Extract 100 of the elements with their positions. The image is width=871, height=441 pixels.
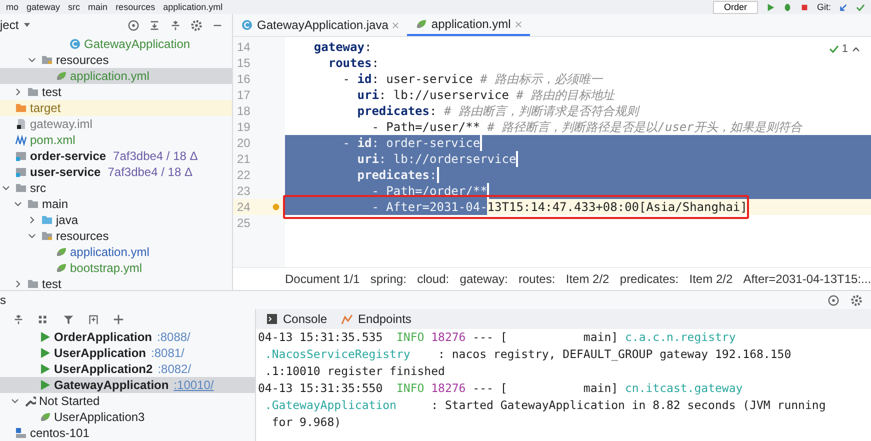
breadcrumb-item[interactable]: resources [116, 1, 156, 13]
breadcrumb-item[interactable]: application.yml [163, 1, 223, 13]
vcs-revision: 7af3dbe4 / 18 Δ [108, 165, 192, 179]
module-icon [15, 150, 27, 162]
code-comment: # 路由的目标地址 [516, 87, 615, 103]
expanded-chevron-icon[interactable] [2, 184, 10, 192]
tree-item[interactable]: bootstrap.yml [0, 260, 232, 276]
tree-item[interactable]: user-service 7af3dbe4 / 18 Δ [0, 164, 232, 180]
tree-item[interactable]: gateway.iml [0, 116, 232, 132]
breadcrumb-item[interactable]: Document 1/1 [285, 272, 360, 286]
service-item[interactable]: OrderApplication :8088/ [0, 329, 255, 345]
tree-item[interactable]: test [0, 276, 232, 290]
service-item[interactable]: UserApplication3 [0, 409, 255, 425]
terminal-icon [266, 313, 278, 325]
locate-icon[interactable] [827, 294, 840, 306]
breadcrumb-item[interactable]: spring: [370, 272, 406, 286]
log-line: for 9.968) [270, 414, 342, 431]
tree-item[interactable]: src [0, 180, 232, 196]
service-item[interactable]: GatewayApplication :10010/ [0, 377, 255, 393]
service-item[interactable]: centos-101 [0, 425, 255, 441]
tree-item[interactable]: resources [0, 228, 232, 244]
tab-label: Endpoints [358, 312, 412, 326]
code-key: id [357, 71, 372, 87]
breadcrumb-item[interactable]: mo [6, 1, 19, 13]
editor-tab[interactable]: GatewayApplication.java [233, 14, 408, 36]
tree-item[interactable]: GatewayApplication [0, 36, 232, 52]
service-item[interactable]: UserApplication :8081/ [0, 345, 255, 361]
check-icon[interactable] [828, 44, 839, 54]
code-text: : order-service [372, 135, 480, 151]
collapsed-chevron-icon[interactable] [14, 280, 22, 288]
code-text: - After=2031-04- [285, 199, 488, 215]
code-editor[interactable] [233, 37, 871, 267]
run-configuration-dropdown[interactable]: Order [712, 0, 758, 14]
tree-item[interactable]: order-service 7af3dbe4 / 18 Δ [0, 148, 232, 164]
tree-item[interactable]: application.yml [0, 244, 232, 260]
expanded-chevron-icon[interactable] [14, 200, 22, 208]
tree-item[interactable]: main [0, 196, 232, 212]
breadcrumb-item[interactable]: gateway: [460, 272, 508, 286]
line-number: 16 [236, 71, 252, 87]
dropdown-caret-icon[interactable] [22, 21, 31, 29]
tree-item-label: GatewayApplication [84, 37, 190, 51]
folder-icon [27, 198, 39, 210]
breadcrumb-item[interactable]: main [88, 1, 108, 13]
code-key: uri [285, 87, 379, 103]
collapsed-chevron-icon[interactable] [14, 88, 22, 96]
folder-icon [41, 214, 53, 226]
expand-all-icon[interactable] [148, 18, 161, 32]
breadcrumb-item[interactable]: src [68, 1, 80, 13]
port-link[interactable]: :8088/ [157, 330, 190, 344]
breadcrumb-item[interactable]: routes: [518, 272, 556, 286]
add-icon[interactable] [112, 312, 125, 326]
update-icon[interactable] [839, 2, 848, 12]
console-tab[interactable]: Console [266, 312, 328, 326]
close-icon[interactable] [514, 20, 522, 28]
console-tab[interactable]: Endpoints [341, 312, 412, 326]
expanded-chevron-icon[interactable] [28, 232, 36, 240]
service-name: GatewayApplication [54, 378, 169, 392]
tree-item[interactable]: target [0, 100, 232, 116]
breadcrumb-item[interactable]: Item 2/2 [566, 272, 610, 286]
folder-icon [27, 86, 39, 98]
collapse-all-icon[interactable] [12, 312, 25, 326]
port-link[interactable]: :8082/ [158, 362, 192, 376]
leaf-icon [55, 70, 67, 82]
service-item[interactable]: UserApplication2 :8082/ [0, 361, 255, 377]
settings-icon[interactable] [850, 294, 863, 306]
collapsed-chevron-icon[interactable] [28, 216, 36, 224]
tree-item[interactable]: pom.xml [0, 132, 232, 148]
tree-item[interactable]: resources [0, 52, 232, 68]
problem-count[interactable]: 1 [842, 43, 848, 55]
tree-item-label: application.yml [70, 245, 150, 259]
tab-label: application.yml [431, 17, 511, 31]
code-key: uri [285, 151, 379, 167]
tree-item[interactable]: test [0, 84, 232, 100]
breadcrumb-item[interactable]: After=2031-04-13T15:... [743, 272, 871, 286]
run-icon[interactable] [766, 2, 775, 12]
line-number: 15 [236, 55, 252, 71]
code-comment: # 路由断言，判断请求是否符合规则 [444, 103, 638, 119]
service-name: UserApplication2 [54, 362, 153, 376]
panel-title[interactable]: ject [0, 18, 19, 32]
code-text: : user-service [372, 71, 474, 87]
tree-item-label: resources [56, 229, 109, 243]
breadcrumb-item[interactable]: gateway [26, 1, 60, 13]
close-icon[interactable] [392, 22, 400, 28]
breadcrumb-item[interactable]: Item 2/2 [689, 272, 733, 286]
check-icon[interactable] [856, 2, 865, 12]
expanded-chevron-icon[interactable] [11, 397, 19, 405]
port-link[interactable]: :8081/ [151, 346, 184, 360]
code-key: id [357, 135, 372, 151]
folder-icon [41, 230, 53, 242]
wrench-icon [24, 395, 36, 407]
service-item[interactable]: Not Started [0, 393, 255, 409]
collapse-all-icon[interactable] [169, 18, 182, 32]
stop-icon[interactable] [800, 2, 809, 12]
add-service-icon[interactable] [87, 312, 100, 326]
breadcrumb-item[interactable]: cloud: [417, 272, 450, 286]
breadcrumb-item[interactable]: predicates: [620, 272, 679, 286]
tree-item[interactable]: java [0, 212, 232, 228]
locate-icon[interactable] [127, 18, 140, 32]
expanded-chevron-icon[interactable] [28, 56, 36, 64]
settings-icon[interactable] [190, 18, 203, 32]
